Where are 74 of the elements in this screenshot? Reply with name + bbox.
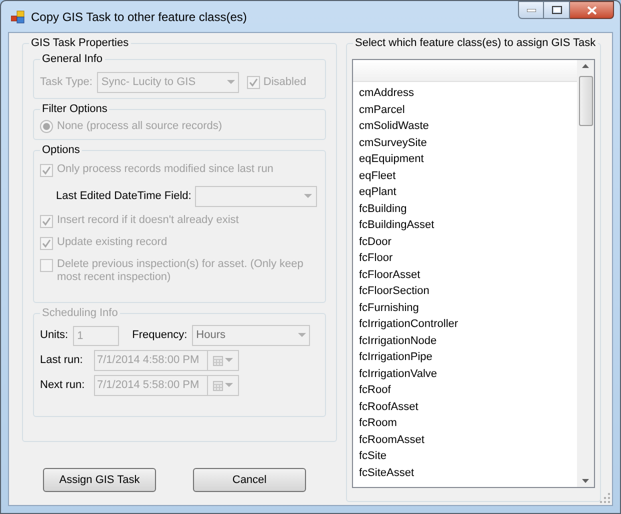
checkbox-label: Update existing record — [57, 236, 168, 249]
caret-icon — [225, 358, 233, 363]
checkbox[interactable] — [40, 164, 53, 177]
checkbox-label: Disabled — [263, 74, 306, 90]
group-title: Options — [40, 143, 82, 157]
close-button[interactable] — [570, 1, 614, 19]
datetime-field-dropdown[interactable] — [195, 186, 318, 207]
list-item[interactable]: fcIrrigationController — [359, 316, 577, 332]
list-item[interactable]: fcRoofAsset — [359, 398, 577, 415]
assign-button[interactable]: Assign GIS Task — [43, 468, 156, 492]
close-icon — [586, 6, 596, 14]
list-item[interactable]: eqEquipment — [359, 151, 577, 168]
list-item[interactable]: fcFloorSection — [359, 283, 577, 300]
checkbox[interactable] — [247, 76, 260, 88]
list-item[interactable]: fcFurnishing — [359, 300, 577, 316]
resize-grip-icon — [600, 493, 610, 503]
field-label: Last Edited DateTime Field: — [56, 189, 192, 204]
scroll-thumb[interactable] — [578, 76, 592, 126]
field-label: Units: — [40, 328, 68, 344]
list-item[interactable]: eqPlant — [359, 184, 577, 200]
field-label: Last run: — [40, 353, 84, 368]
minimize-button[interactable] — [518, 1, 544, 19]
list-item[interactable]: fcBuildingAsset — [359, 217, 577, 234]
window-title: Copy GIS Task to other feature class(es) — [31, 8, 247, 26]
radio-label: None (process all source records) — [57, 119, 222, 134]
checkbox[interactable] — [40, 259, 53, 272]
caret-icon — [225, 383, 233, 388]
cancel-button[interactable]: Cancel — [193, 468, 306, 492]
calendar-button[interactable] — [208, 375, 239, 396]
list-item[interactable]: fcDoor — [359, 234, 577, 250]
scroll-down-icon[interactable] — [582, 479, 589, 483]
calendar-icon — [213, 356, 223, 366]
field-label: Frequency: — [132, 328, 188, 344]
list-item[interactable]: fcFloor — [359, 250, 577, 266]
calendar-icon — [213, 380, 223, 390]
list-item[interactable]: eqFleet — [359, 168, 577, 184]
list-item[interactable]: fcSite — [359, 448, 577, 464]
caret-icon — [304, 194, 312, 199]
checkbox[interactable] — [40, 237, 53, 250]
field-label: Next run: — [40, 378, 86, 394]
checkbox[interactable] — [40, 215, 53, 228]
group-title: Filter Options — [40, 102, 110, 116]
maximize-button[interactable] — [544, 1, 570, 19]
dropdown-value: Sync- Lucity to GIS — [101, 74, 197, 90]
list-item[interactable]: fcBuilding — [359, 200, 577, 217]
group-title: GIS Task Properties — [29, 36, 131, 50]
checkbox-label: Insert record if it doesn't already exist — [57, 214, 240, 227]
list-item[interactable]: cmSolidWaste — [359, 118, 577, 134]
list-item[interactable]: fcIrrigationValve — [359, 366, 577, 382]
caret-icon — [298, 333, 306, 338]
group-title: Select which feature class(es) to assign GIS Task — [353, 36, 598, 50]
list-item[interactable]: fcSiteAsset — [359, 464, 577, 481]
list-item[interactable]: cmParcel — [359, 102, 577, 118]
radio-button[interactable] — [40, 120, 53, 133]
caret-icon — [227, 80, 236, 84]
list-item[interactable]: fcIrrigationPipe — [359, 349, 577, 366]
field-label: Task Type: — [40, 74, 92, 90]
app-icon — [11, 10, 25, 24]
checkbox-label: Only process records modified since last run — [57, 163, 274, 176]
maximize-icon — [552, 6, 562, 14]
group-title: Scheduling Info — [40, 306, 120, 320]
list-item[interactable]: fcIrrigationNode — [359, 332, 577, 349]
list-item[interactable]: cmSurveySite — [359, 134, 577, 151]
list-item[interactable]: fcFloorAsset — [359, 266, 577, 283]
calendar-button[interactable] — [208, 350, 239, 371]
list-item[interactable]: cmAddress — [359, 85, 577, 102]
list-item[interactable]: fcRoof — [359, 382, 577, 398]
scroll-up-icon[interactable] — [582, 64, 589, 68]
list-item[interactable]: fcRoom — [359, 415, 577, 432]
dropdown-value: Hours — [196, 328, 226, 344]
list-item[interactable]: fcRoomAsset — [359, 432, 577, 448]
checkbox-label: Delete previous inspection(s) for asset. (Only keep most recent inspection) — [57, 258, 304, 284]
frequency-dropdown[interactable]: Hours — [192, 325, 310, 346]
minimize-icon — [526, 8, 536, 12]
